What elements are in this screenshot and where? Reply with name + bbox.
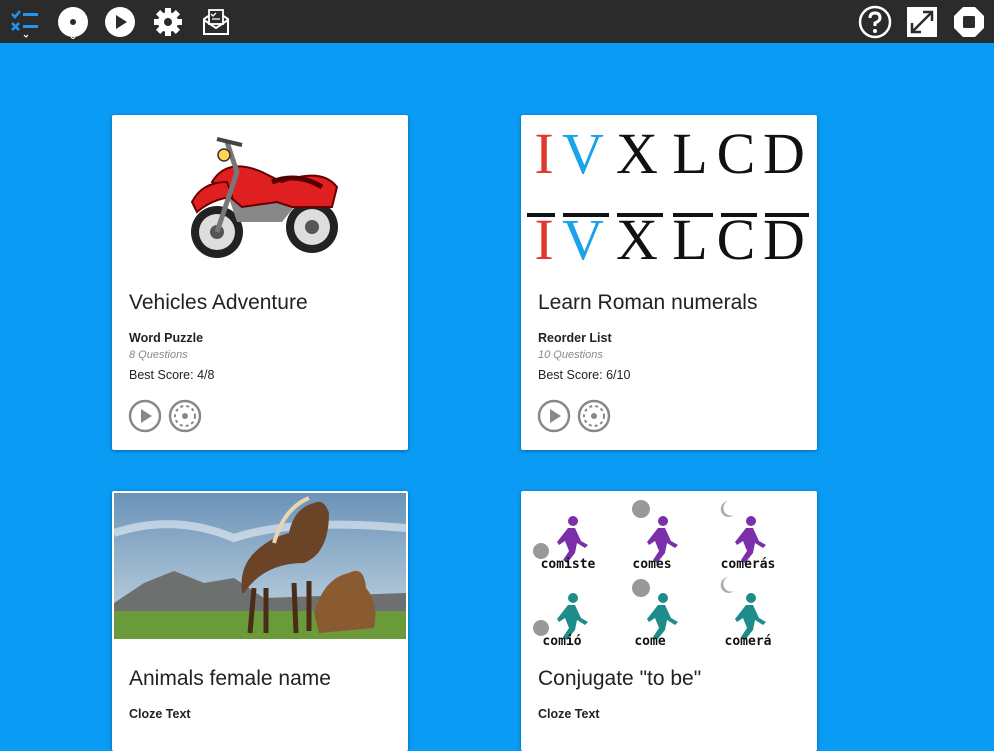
activity-card[interactable]: Vehicles Adventure Word Puzzle 8 Questio…	[112, 115, 408, 450]
card-title: Learn Roman numerals	[538, 291, 758, 314]
best-score: Best Score: 4/8	[129, 368, 215, 382]
gear-icon[interactable]	[151, 5, 185, 39]
conjugation-label: come	[634, 634, 666, 649]
roman-letter: L	[672, 121, 708, 186]
roman-letter: V	[562, 121, 604, 186]
roman-letter: C	[716, 207, 756, 263]
motorcycle-image	[114, 117, 406, 262]
fullscreen-icon[interactable]	[905, 5, 939, 39]
settings-button[interactable]	[577, 399, 611, 433]
question-count: 10 Questions	[538, 349, 603, 361]
toolbar	[0, 0, 994, 43]
help-icon[interactable]	[858, 5, 892, 39]
roman-letter: C	[716, 121, 756, 186]
roman-letter: I	[534, 121, 554, 186]
roman-numerals-image: I V X L C D I V X L C D	[523, 117, 815, 262]
roman-letter: X	[616, 207, 658, 263]
activity-type: Cloze Text	[538, 707, 600, 721]
conjugation-label: comerá	[724, 634, 772, 649]
roman-letter: I	[534, 207, 554, 263]
stop-icon[interactable]	[952, 5, 986, 39]
roman-letter: D	[763, 121, 805, 186]
card-title: Conjugate "to be"	[538, 667, 702, 690]
card-title: Animals female name	[129, 667, 331, 690]
activity-card[interactable]: Animals female name Cloze Text	[112, 491, 408, 751]
mail-icon[interactable]	[199, 5, 233, 39]
activity-card[interactable]: comiste comes comerás comió come comerá …	[521, 491, 817, 751]
play-button[interactable]	[128, 399, 162, 433]
conjugation-label: comerás	[720, 557, 776, 572]
roman-row-plain: I V X L C D	[529, 125, 809, 183]
activity-card[interactable]: I V X L C D I V X L C D Learn Roman nume…	[521, 115, 817, 450]
best-score: Best Score: 6/10	[538, 368, 631, 382]
roman-letter: V	[562, 207, 604, 263]
settings-button[interactable]	[168, 399, 202, 433]
roman-letter: D	[763, 207, 805, 263]
activity-type: Cloze Text	[129, 707, 191, 721]
checklist-icon[interactable]	[8, 5, 42, 39]
activity-type: Reorder List	[538, 331, 612, 345]
conjugation-label: comes	[632, 557, 672, 572]
play-icon[interactable]	[103, 5, 137, 39]
roman-letter: L	[672, 207, 708, 263]
roman-row-overlined: I V X L C D	[529, 207, 809, 263]
card-title: Vehicles Adventure	[129, 291, 308, 314]
conjugation-label: comió	[542, 634, 582, 649]
conjugation-image: comiste comes comerás comió come comerá	[523, 493, 815, 653]
play-button[interactable]	[537, 399, 571, 433]
horses-image	[114, 493, 406, 639]
question-count: 8 Questions	[129, 349, 188, 361]
roman-letter: X	[616, 121, 658, 186]
disc-icon[interactable]	[56, 5, 90, 39]
conjugation-label: comiste	[540, 557, 596, 572]
activity-type: Word Puzzle	[129, 331, 204, 345]
